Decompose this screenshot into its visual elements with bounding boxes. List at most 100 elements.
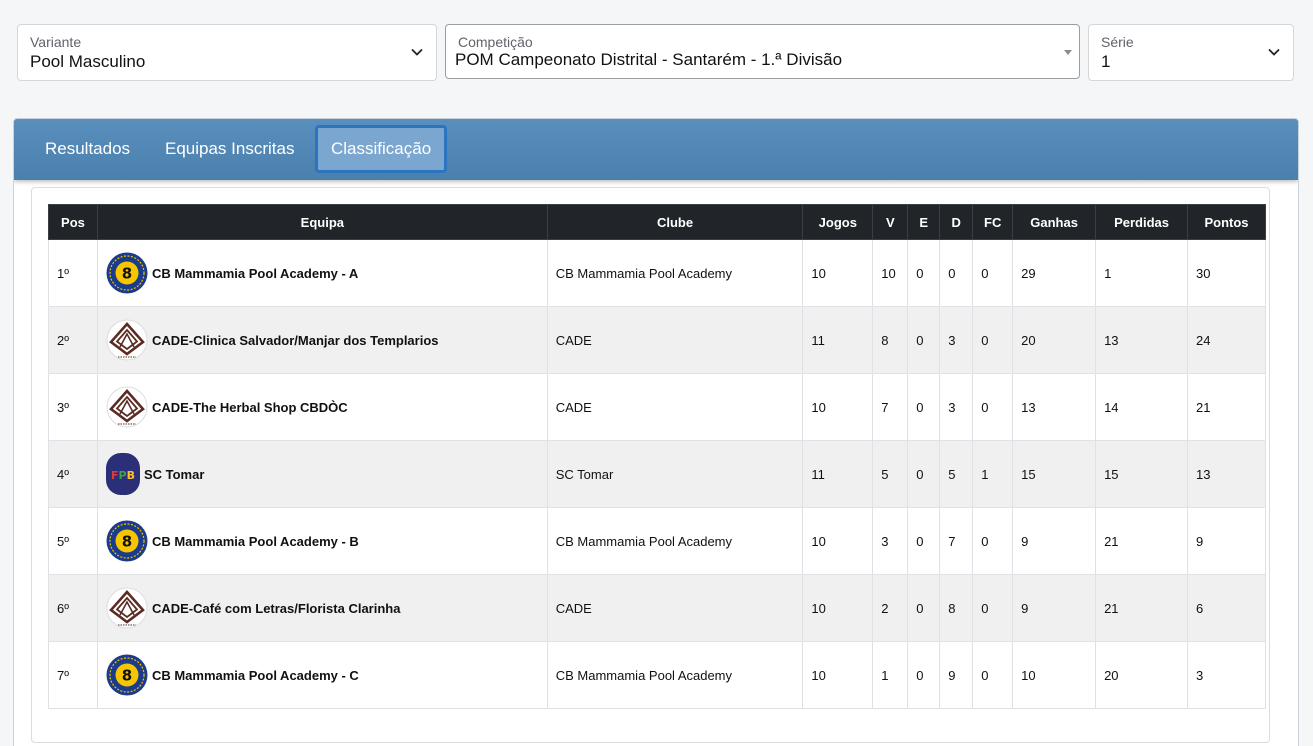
team-cell: CADE-Café com Letras/Florista Clarinha <box>96 574 548 642</box>
col-header-clube: Clube <box>546 204 804 240</box>
perdidas-cell: 15 <box>1095 440 1188 508</box>
team-name: CB Mammamia Pool Academy - A <box>151 265 359 281</box>
table-header-row: Pos Equipa Clube Jogos V E D FC Ganhas P… <box>48 204 1267 240</box>
pos-cell: 4º <box>48 440 98 508</box>
tab-equipas-inscritas[interactable]: Equipas Inscritas <box>149 125 310 173</box>
col-header-e: E <box>907 204 941 240</box>
col-header-pos: Pos <box>48 204 98 240</box>
table-row: 2º CADE-Clinica Salvador/Manjar dos Temp… <box>48 306 1267 374</box>
e-cell: 0 <box>907 306 941 374</box>
club-cell: CADE <box>546 306 804 374</box>
fc-cell: 0 <box>972 306 1014 374</box>
v-cell: 7 <box>872 373 909 441</box>
table-row: 7º 8 CB Mammamia Pool Academy - C CB Mamm… <box>48 641 1267 709</box>
jogos-cell: 10 <box>802 641 874 709</box>
chevron-down-icon <box>411 48 423 56</box>
team-name: CADE-The Herbal Shop CBDÒC <box>151 399 348 415</box>
d-cell: 5 <box>939 440 974 508</box>
d-cell: 9 <box>939 641 974 709</box>
d-cell: 3 <box>939 373 974 441</box>
ganhas-cell: 9 <box>1012 574 1097 642</box>
svg-text:FPB: FPB <box>111 469 135 482</box>
team-cell: 8 CB Mammamia Pool Academy - B <box>96 507 548 575</box>
team-link[interactable]: CADE-The Herbal Shop CBDÒC <box>106 386 539 428</box>
team-link[interactable]: CADE-Clinica Salvador/Manjar dos Templar… <box>106 319 539 361</box>
club-cell: CB Mammamia Pool Academy <box>546 239 804 307</box>
team-link[interactable]: CADE-Café com Letras/Florista Clarinha <box>106 587 539 629</box>
variant-label: Variante <box>30 34 82 50</box>
team-cell: FPB SC Tomar <box>96 440 548 508</box>
v-cell: 5 <box>872 440 909 508</box>
pontos-cell: 21 <box>1186 373 1267 441</box>
tab-classificacao[interactable]: Classificação <box>315 125 448 173</box>
team-link[interactable]: FPB SC Tomar <box>105 453 539 495</box>
d-cell: 3 <box>939 306 974 374</box>
perdidas-cell: 20 <box>1095 641 1188 709</box>
fc-cell: 0 <box>972 239 1014 307</box>
serie-label: Série <box>1101 34 1134 50</box>
col-header-pontos: Pontos <box>1186 204 1267 240</box>
e-cell: 0 <box>907 574 941 642</box>
table-row: 6º CADE-Café com Letras/Florista Clarinh… <box>48 574 1267 642</box>
pontos-cell: 9 <box>1186 507 1267 575</box>
competition-label: Competição <box>458 34 533 50</box>
serie-value: 1 <box>1101 52 1111 71</box>
caret-down-icon <box>1064 50 1072 55</box>
ganhas-cell: 15 <box>1012 440 1097 508</box>
serie-select[interactable]: Série 1 <box>1088 24 1294 81</box>
pos-cell: 7º <box>48 641 98 709</box>
tab-bar: Resultados Equipas Inscritas Classificaç… <box>14 119 1298 180</box>
team-name: CB Mammamia Pool Academy - B <box>151 533 359 549</box>
competition-value: POM Campeonato Distrital - Santarém - 1.… <box>455 50 843 69</box>
ganhas-cell: 20 <box>1012 306 1097 374</box>
pontos-cell: 3 <box>1186 641 1267 709</box>
e-cell: 0 <box>907 440 941 508</box>
jogos-cell: 10 <box>802 239 874 307</box>
table-row: 1º 8 CB Mammamia Pool Academy - A CB Mamm… <box>48 239 1267 307</box>
competition-select[interactable]: Competição POM Campeonato Distrital - Sa… <box>445 24 1080 79</box>
club-cell: CB Mammamia Pool Academy <box>546 641 804 709</box>
perdidas-cell: 13 <box>1095 306 1188 374</box>
col-header-v: V <box>872 204 909 240</box>
fc-cell: 0 <box>972 641 1014 709</box>
cade-logo <box>106 587 148 629</box>
svg-text:8: 8 <box>122 533 132 551</box>
team-cell: 8 CB Mammamia Pool Academy - C <box>96 641 548 709</box>
perdidas-cell: 14 <box>1095 373 1188 441</box>
club-cell: CADE <box>546 574 804 642</box>
v-cell: 1 <box>872 641 909 709</box>
team-name: SC Tomar <box>143 466 205 482</box>
fc-cell: 1 <box>972 440 1014 508</box>
jogos-cell: 11 <box>802 306 874 374</box>
mammamia-8-ball-logo: 8 <box>106 520 148 562</box>
table-row: 3º CADE-The Herbal Shop CBDÒC CADE 10 7 0 3 0 1… <box>48 373 1267 441</box>
team-name: CADE-Clinica Salvador/Manjar dos Templar… <box>151 332 439 348</box>
table-row: 5º 8 CB Mammamia Pool Academy - B CB Mamm… <box>48 507 1267 575</box>
ganhas-cell: 13 <box>1012 373 1097 441</box>
club-cell: SC Tomar <box>546 440 804 508</box>
cade-logo <box>106 319 148 361</box>
v-cell: 2 <box>872 574 909 642</box>
team-cell: CADE-The Herbal Shop CBDÒC <box>96 373 548 441</box>
pontos-cell: 6 <box>1186 574 1267 642</box>
team-link[interactable]: 8 CB Mammamia Pool Academy - A <box>106 252 539 294</box>
perdidas-cell: 21 <box>1095 574 1188 642</box>
col-header-d: D <box>939 204 974 240</box>
pontos-cell: 13 <box>1186 440 1267 508</box>
pos-cell: 6º <box>48 574 98 642</box>
col-header-jogos: Jogos <box>802 204 874 240</box>
competition-card: Resultados Equipas Inscritas Classificaç… <box>13 118 1299 746</box>
mammamia-8-ball-logo: 8 <box>106 252 148 294</box>
club-cell: CB Mammamia Pool Academy <box>546 507 804 575</box>
col-header-equipa: Equipa <box>96 204 548 240</box>
team-name: CADE-Café com Letras/Florista Clarinha <box>151 600 401 616</box>
pontos-cell: 30 <box>1186 239 1267 307</box>
pontos-cell: 24 <box>1186 306 1267 374</box>
jogos-cell: 10 <box>802 373 874 441</box>
svg-text:8: 8 <box>122 667 132 685</box>
team-link[interactable]: 8 CB Mammamia Pool Academy - C <box>106 654 539 696</box>
variant-select[interactable]: Variante Pool Masculino <box>17 24 437 81</box>
tab-resultados[interactable]: Resultados <box>29 125 146 173</box>
v-cell: 3 <box>872 507 909 575</box>
team-link[interactable]: 8 CB Mammamia Pool Academy - B <box>106 520 539 562</box>
